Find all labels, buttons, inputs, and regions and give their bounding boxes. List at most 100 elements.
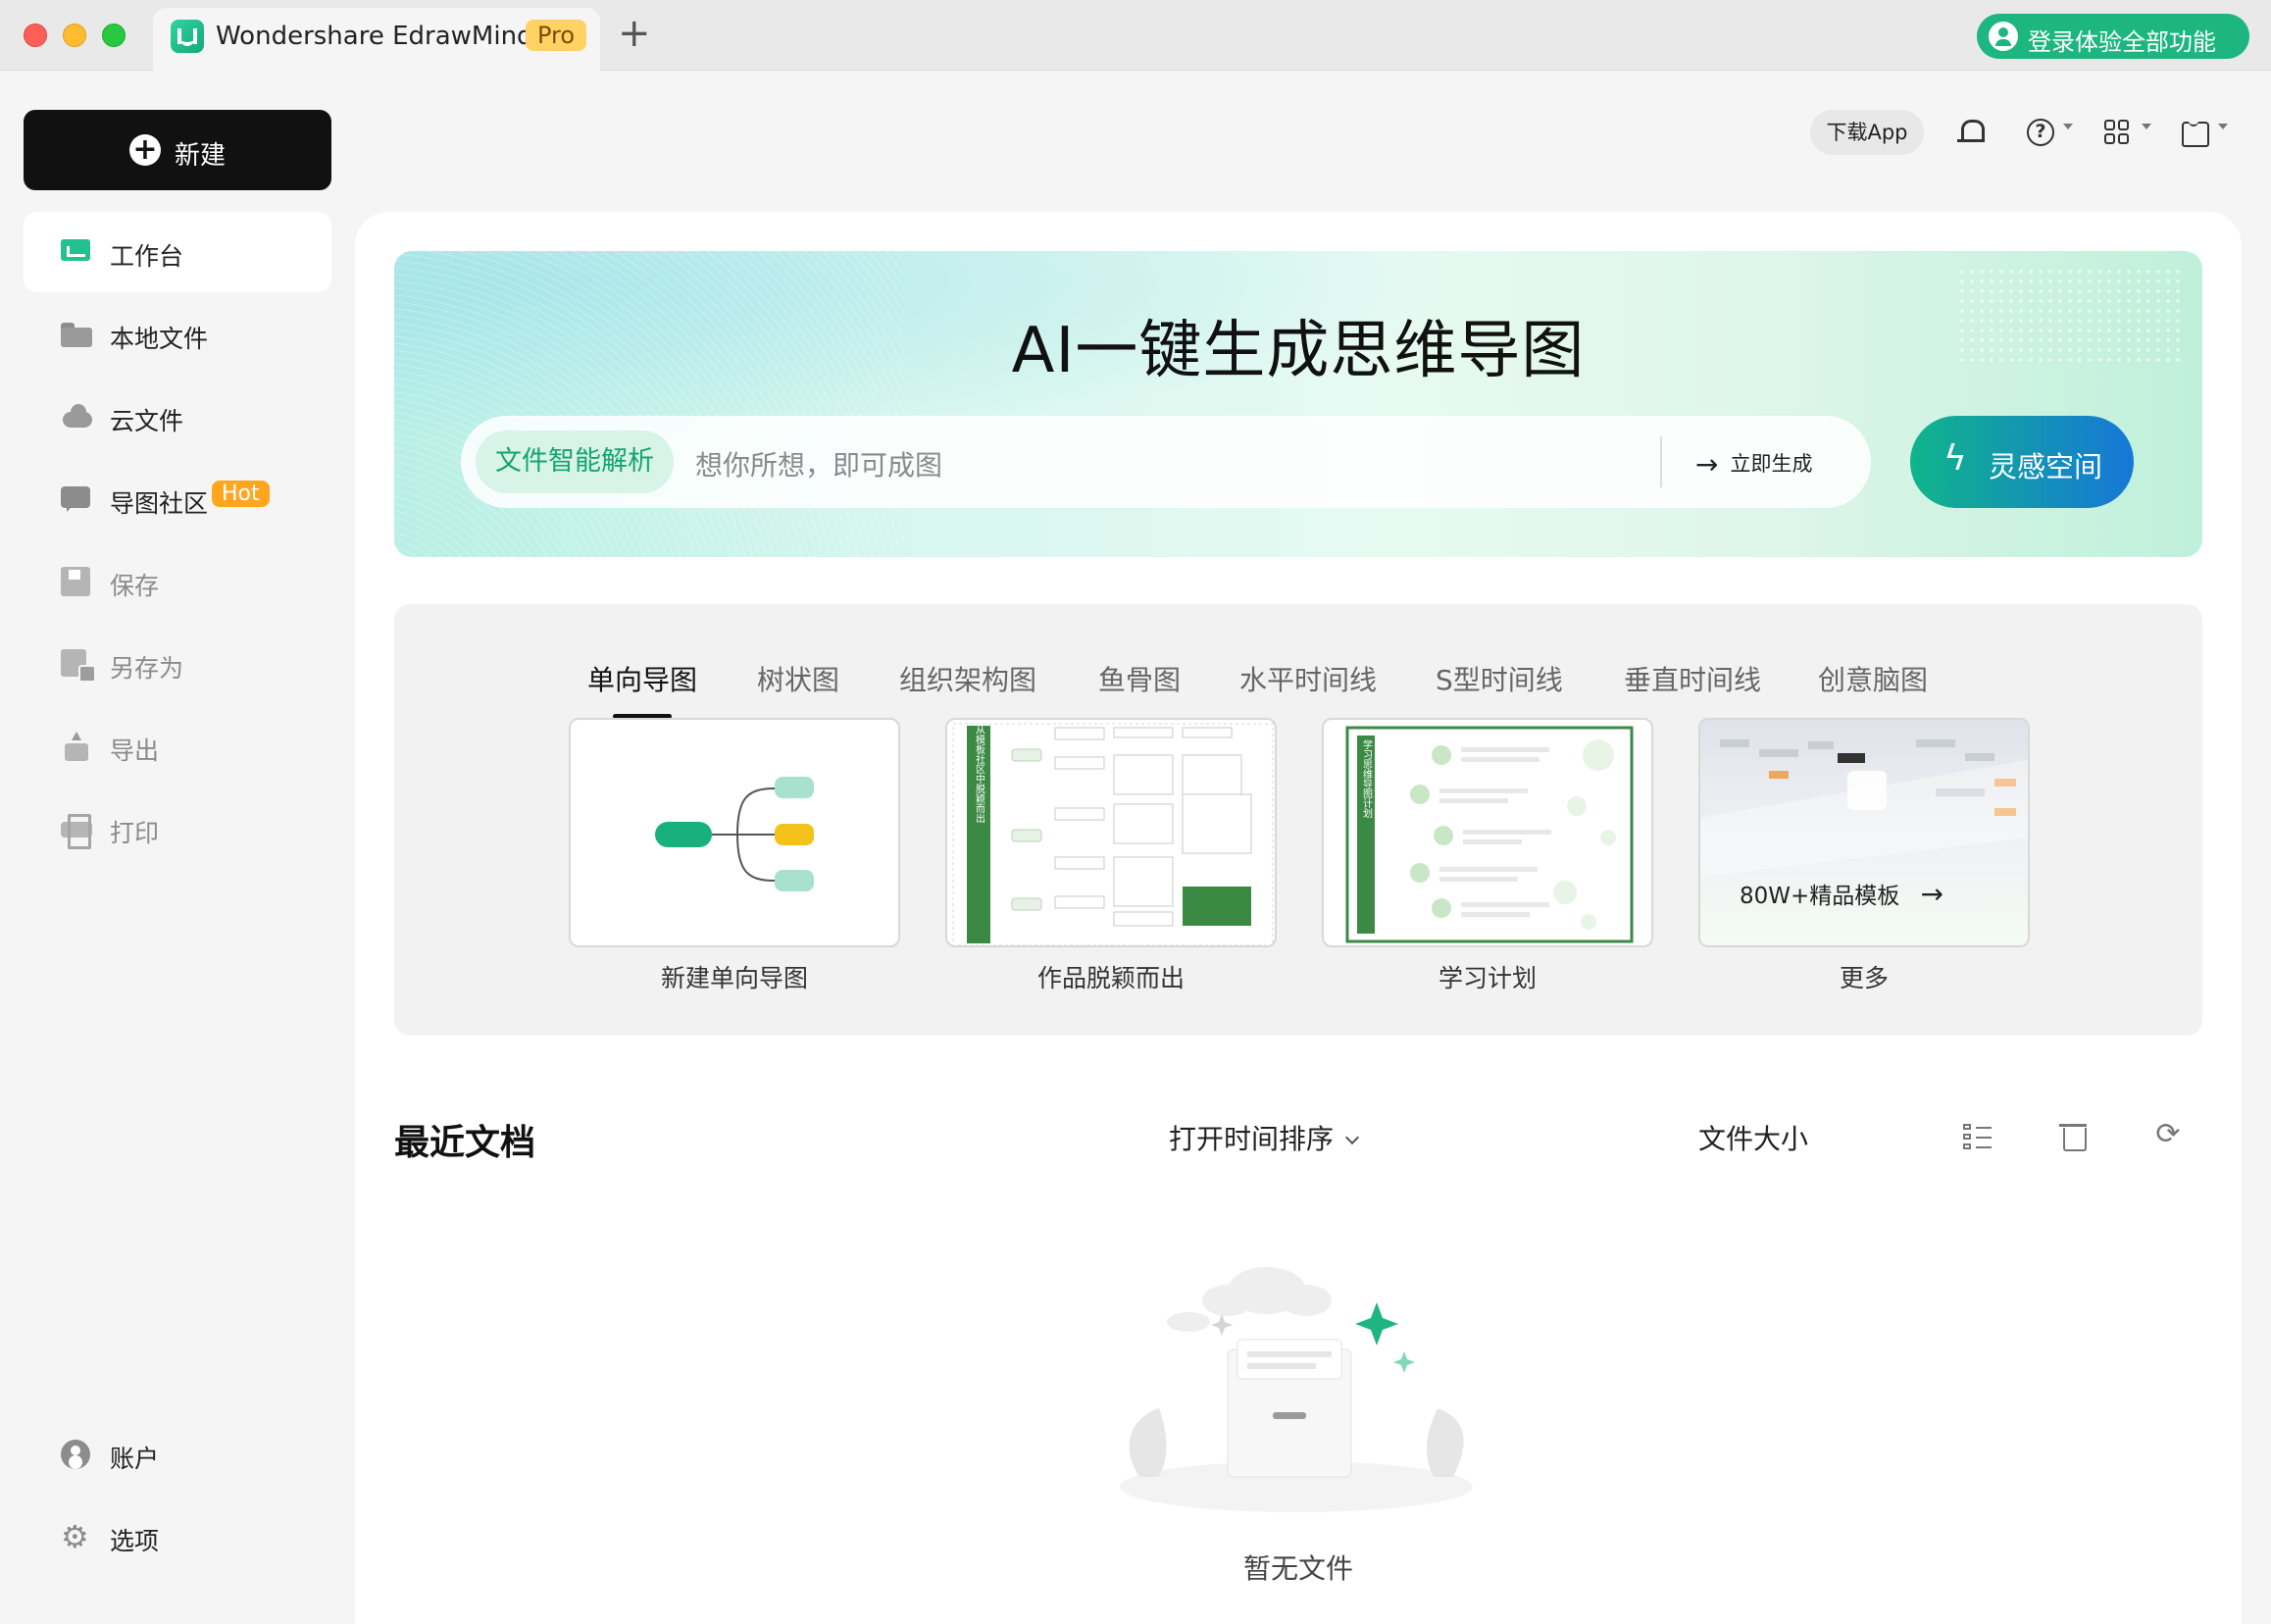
sidebar-item-label: 保存 bbox=[110, 572, 160, 600]
apps-dropdown-caret-icon[interactable] bbox=[2142, 124, 2151, 129]
more-templates-thumbnail bbox=[1700, 720, 2028, 945]
pro-badge: Pro bbox=[526, 20, 587, 51]
new-document-button[interactable]: + 新建 bbox=[24, 110, 331, 190]
close-window-button[interactable] bbox=[24, 24, 47, 47]
sidebar-item-label: 导出 bbox=[110, 736, 160, 765]
save-as-icon bbox=[61, 649, 96, 683]
community-icon bbox=[61, 484, 92, 514]
tab-mind-map[interactable]: 单向导图 bbox=[587, 659, 697, 719]
template-tabs: 单向导图 树状图 组织架构图 鱼骨图 水平时间线 S型时间线 垂直时间线 创意脑… bbox=[394, 659, 2202, 719]
arrow-right-icon: → bbox=[1920, 878, 1944, 910]
sidebar-item-local-files[interactable]: 本地文件 bbox=[24, 294, 331, 375]
banner-wave-decoration bbox=[394, 251, 904, 557]
gear-icon: ⚙ bbox=[61, 1518, 89, 1555]
divider bbox=[1660, 436, 1662, 487]
sidebar-item-community[interactable]: 导图社区 Hot bbox=[24, 459, 331, 539]
ai-prompt-bar: 文件智能解析 想你所想，即可成图 → 立即生成 bbox=[461, 416, 1871, 508]
sidebar-item-account[interactable]: 账户 bbox=[24, 1414, 331, 1495]
sort-dropdown[interactable]: 打开时间排序 bbox=[1169, 1118, 1360, 1157]
login-button[interactable]: 登录体验全部功能 bbox=[1977, 14, 2249, 59]
edrawmind-logo-icon bbox=[171, 20, 204, 53]
sidebar-item-save-as[interactable]: 另存为 bbox=[24, 624, 331, 704]
sidebar-item-save[interactable]: 保存 bbox=[24, 541, 331, 622]
template-card-label: 更多 bbox=[1839, 964, 1889, 992]
tab-s-timeline[interactable]: S型时间线 bbox=[1436, 659, 1563, 698]
skin-theme-icon[interactable] bbox=[2177, 116, 2210, 149]
user-icon bbox=[1989, 22, 2018, 51]
export-icon bbox=[61, 732, 92, 761]
folder-icon bbox=[61, 320, 92, 349]
tab-vertical-timeline[interactable]: 垂直时间线 bbox=[1624, 659, 1761, 698]
study-plan-thumbnail: 学习思维导图计划 bbox=[1345, 726, 1634, 943]
template-card-more[interactable]: 80W+精品模板 → bbox=[1698, 718, 2030, 947]
refresh-icon[interactable]: ⟳ bbox=[2151, 1118, 2185, 1151]
generate-now-label: 立即生成 bbox=[1730, 452, 1813, 476]
login-label: 登录体验全部功能 bbox=[2028, 28, 2216, 56]
tab-tree[interactable]: 树状图 bbox=[757, 659, 839, 698]
sidebar-item-cloud-files[interactable]: 云文件 bbox=[24, 377, 331, 457]
app-tab[interactable]: Wondershare EdrawMind Pro bbox=[153, 8, 600, 71]
ai-banner: AI一键生成思维导图 文件智能解析 想你所想，即可成图 → 立即生成 ϟ 灵感空间 bbox=[394, 251, 2202, 557]
empty-box-illustration bbox=[1120, 1267, 1473, 1512]
template-card-standout[interactable]: 如何让作品从模板社区中脱颖而出 bbox=[945, 718, 1277, 947]
zoom-window-button[interactable] bbox=[102, 24, 126, 47]
thumbnail-vertical-title: 学习思维导图计划 bbox=[1361, 738, 1373, 818]
tab-creative-map[interactable]: 创意脑图 bbox=[1818, 659, 1928, 698]
template-card-study-plan[interactable]: 学习思维导图计划 bbox=[1322, 718, 1653, 947]
file-size-column-header[interactable]: 文件大小 bbox=[1698, 1118, 1808, 1157]
list-view-icon[interactable] bbox=[1963, 1122, 1993, 1151]
main-panel: AI一键生成思维导图 文件智能解析 想你所想，即可成图 → 立即生成 ϟ 灵感空间… bbox=[355, 212, 2242, 1624]
bell-icon[interactable] bbox=[1953, 116, 1987, 149]
empty-state-text: 暂无文件 bbox=[1242, 1552, 1353, 1585]
sidebar-item-label: 云文件 bbox=[110, 407, 184, 435]
chevron-down-icon bbox=[1344, 1130, 1360, 1145]
minimize-window-button[interactable] bbox=[63, 24, 86, 47]
tab-horizontal-timeline[interactable]: 水平时间线 bbox=[1239, 659, 1377, 698]
sidebar-item-print[interactable]: 打印 bbox=[24, 788, 331, 869]
mind-map-thumbnail bbox=[655, 777, 814, 891]
workspace-icon bbox=[61, 237, 92, 267]
generate-now-button[interactable]: → 立即生成 bbox=[1695, 448, 1812, 481]
sidebar-item-label: 选项 bbox=[110, 1527, 160, 1555]
cloud-icon bbox=[61, 402, 92, 431]
account-icon bbox=[61, 1440, 92, 1469]
file-parse-button[interactable]: 文件智能解析 bbox=[476, 431, 674, 493]
more-templates-label: 80W+精品模板 bbox=[1740, 884, 1900, 909]
sidebar-item-export[interactable]: 导出 bbox=[24, 706, 331, 787]
arrow-right-icon: → bbox=[1695, 448, 1719, 481]
ai-title: AI一键生成思维导图 bbox=[1011, 315, 1586, 387]
title-bar: Wondershare EdrawMind Pro + 登录体验全部功能 bbox=[0, 0, 2271, 71]
inspiration-label: 灵感空间 bbox=[1989, 450, 2103, 483]
template-card-label: 作品脱颖而出 bbox=[1036, 964, 1185, 992]
apps-grid-icon[interactable] bbox=[2100, 116, 2134, 149]
template-panel: 单向导图 树状图 组织架构图 鱼骨图 水平时间线 S型时间线 垂直时间线 创意脑… bbox=[394, 604, 2202, 1036]
skin-dropdown-caret-icon[interactable] bbox=[2218, 124, 2228, 129]
help-dropdown-caret-icon[interactable] bbox=[2063, 124, 2073, 129]
template-card-new-mind-map[interactable] bbox=[569, 718, 900, 947]
template-card-label: 学习计划 bbox=[1438, 964, 1537, 992]
more-templates-overlay: 80W+精品模板 → bbox=[1740, 877, 1943, 910]
standout-template-thumbnail: 如何让作品从模板社区中脱颖而出 bbox=[952, 720, 1274, 945]
sidebar-item-options[interactable]: ⚙ 选项 bbox=[24, 1497, 331, 1577]
sidebar-item-label: 导图社区 bbox=[110, 489, 209, 518]
sidebar-item-workspace[interactable]: 工作台 bbox=[24, 212, 331, 292]
print-icon bbox=[61, 814, 92, 849]
sidebar-item-label: 账户 bbox=[110, 1445, 160, 1473]
trash-icon[interactable] bbox=[2059, 1120, 2087, 1151]
hot-badge: Hot bbox=[212, 481, 270, 507]
template-card-label: 新建单向导图 bbox=[660, 964, 808, 992]
thumbnail-vertical-title: 如何让作品从模板社区中脱颖而出 bbox=[974, 720, 985, 823]
sidebar-item-label: 本地文件 bbox=[110, 325, 209, 353]
save-icon bbox=[61, 567, 92, 596]
inspiration-space-button[interactable]: ϟ 灵感空间 bbox=[1910, 416, 2134, 508]
new-tab-button[interactable]: + bbox=[618, 14, 651, 53]
sort-label: 打开时间排序 bbox=[1169, 1123, 1335, 1155]
sidebar-item-label: 工作台 bbox=[110, 242, 184, 271]
tab-org-chart[interactable]: 组织架构图 bbox=[899, 659, 1036, 698]
help-icon[interactable]: ? bbox=[2024, 116, 2057, 149]
tab-fishbone[interactable]: 鱼骨图 bbox=[1098, 659, 1181, 698]
recent-documents-title: 最近文档 bbox=[394, 1123, 536, 1163]
new-label: 新建 bbox=[175, 141, 227, 171]
ai-prompt-input[interactable]: 想你所想，即可成图 bbox=[695, 444, 942, 483]
download-app-button[interactable]: 下载App bbox=[1810, 110, 1924, 155]
